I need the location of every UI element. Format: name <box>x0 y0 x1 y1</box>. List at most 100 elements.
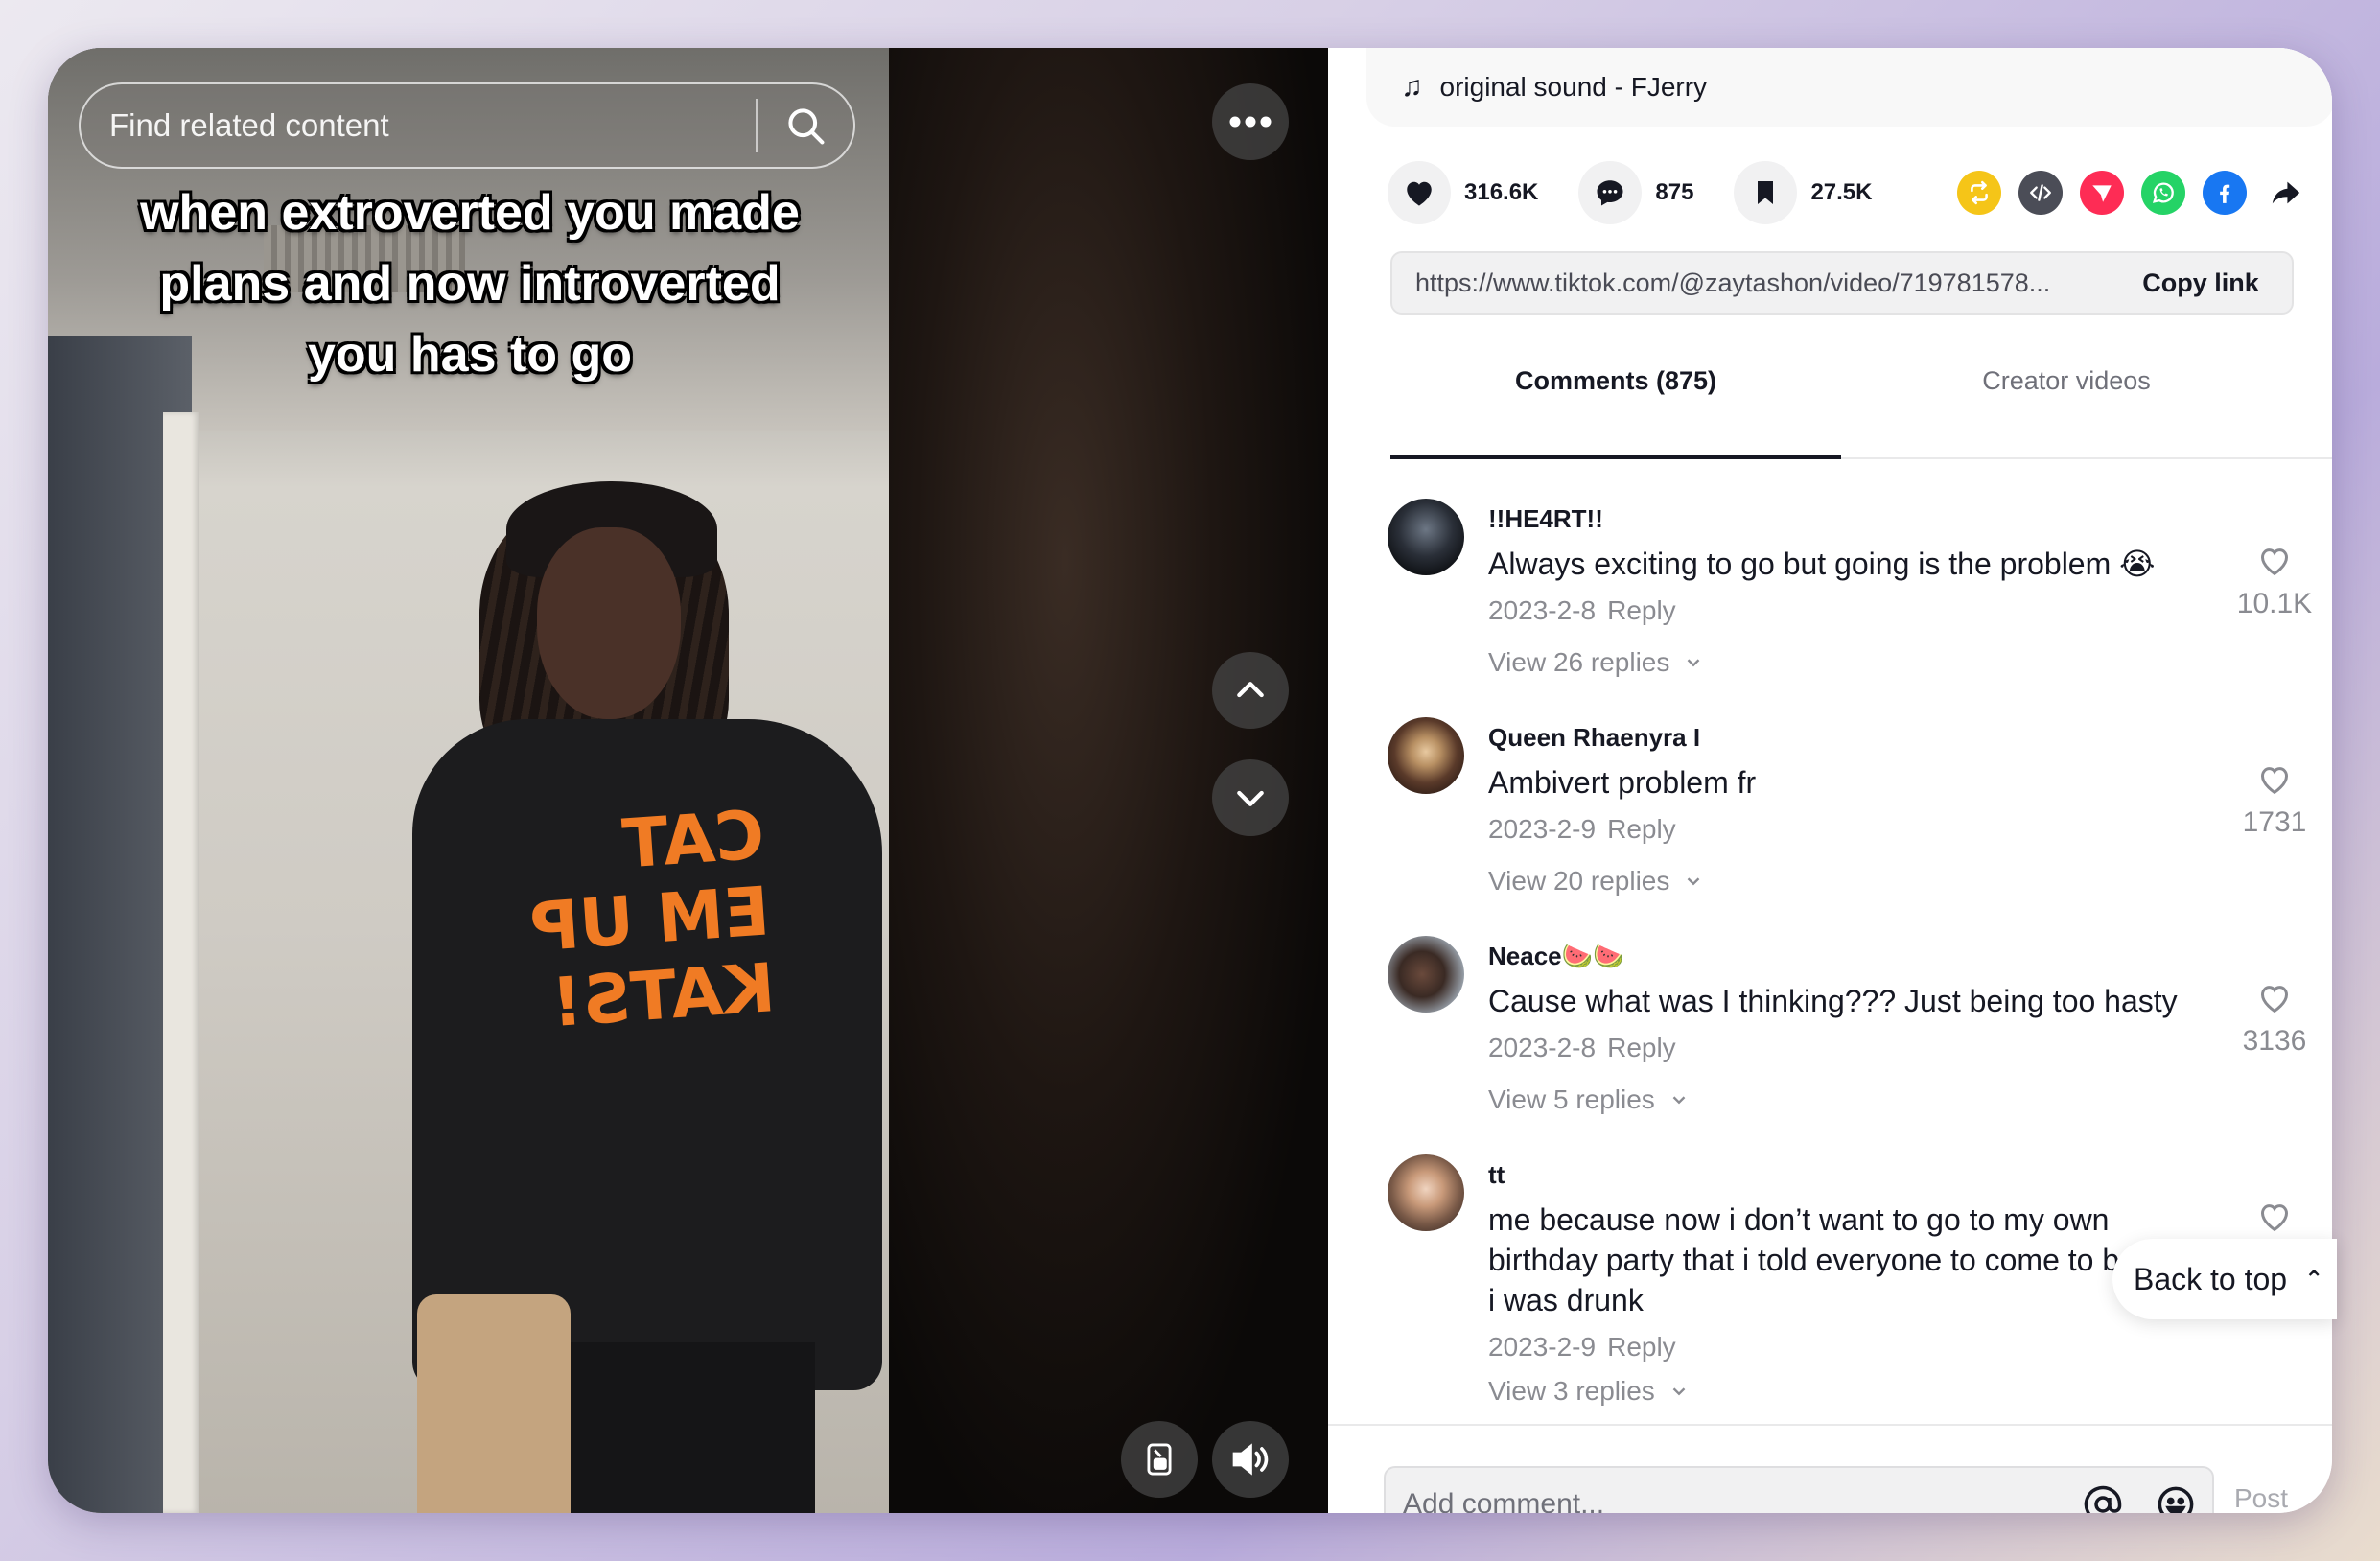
heart-icon <box>1407 181 1432 206</box>
floating-player-button[interactable] <box>1121 1421 1198 1498</box>
chevron-down-icon <box>1672 1387 1686 1396</box>
related-search-box <box>79 82 855 169</box>
action-bar: 316.6K 875 27.5K <box>1388 159 2308 226</box>
comment-meta: 2023-2-8 Reply <box>1488 595 2227 626</box>
heart-outline-icon <box>2260 767 2289 795</box>
comment-like[interactable]: 3136 <box>2231 979 2318 1058</box>
reply-button[interactable]: Reply <box>1607 595 1676 625</box>
comment-username[interactable]: Neace🍉🍉 <box>1488 942 2227 971</box>
view-replies-label: View 3 replies <box>1488 1376 1655 1406</box>
reply-button[interactable]: Reply <box>1607 1332 1676 1362</box>
comment-body: Queen Rhaenyra I Ambivert problem fr 202… <box>1488 717 2227 897</box>
comment-username[interactable]: tt <box>1488 1160 2227 1190</box>
comment-username[interactable]: !!HE4RT!! <box>1488 504 2227 534</box>
comment-like-count: 10.1K <box>2236 588 2313 619</box>
avatar[interactable] <box>1388 1154 1464 1231</box>
share-link-box: https://www.tiktok.com/@zaytashon/video/… <box>1390 251 2294 315</box>
comment-text: Cause what was I thinking??? Just being … <box>1488 984 2178 1018</box>
comment-input-box <box>1384 1466 2214 1513</box>
save-button[interactable] <box>1734 161 1798 224</box>
comment-stat[interactable]: 875 <box>1578 161 1693 224</box>
view-replies-button[interactable]: View 3 replies <box>1488 1376 2227 1407</box>
comment-input[interactable] <box>1386 1468 2066 1513</box>
comment-text: Always exciting to go but going is the p… <box>1488 547 2156 581</box>
facebook-icon[interactable] <box>2203 171 2247 215</box>
volume-button[interactable] <box>1212 1421 1289 1498</box>
post-button[interactable]: Post <box>2234 1483 2288 1513</box>
chevron-up-icon <box>1237 682 1264 698</box>
emoji-button[interactable] <box>2139 1484 2212 1513</box>
view-replies-button[interactable]: View 20 replies <box>1488 866 2227 897</box>
avatar[interactable] <box>1388 717 1464 794</box>
related-search-input[interactable] <box>81 84 756 167</box>
video-shirt-print: CAT EM UP KATS! <box>527 795 778 1043</box>
view-replies-button[interactable]: View 26 replies <box>1488 647 2227 678</box>
video-player[interactable]: CAT EM UP KATS! when extroverted you mad… <box>48 48 889 1513</box>
share-row <box>1940 171 2308 215</box>
reply-button[interactable]: Reply <box>1607 814 1676 844</box>
video-bag <box>417 1294 571 1513</box>
like-button[interactable] <box>1388 161 1451 224</box>
tab-comments[interactable]: Comments (875) <box>1390 347 1841 459</box>
chevron-down-icon <box>1688 877 1700 886</box>
comment-like[interactable]: 10.1K <box>2231 542 2318 620</box>
comment-like[interactable]: 1731 <box>2231 760 2318 839</box>
more-dots-icon <box>1229 116 1272 128</box>
heart-outline-icon <box>2260 548 2289 576</box>
view-replies-label: View 20 replies <box>1488 866 1670 896</box>
comment-like-count: 1731 <box>2242 806 2307 838</box>
comment-date: 2023-2-9 <box>1488 814 1597 844</box>
chevron-down-icon <box>1237 790 1264 806</box>
repost-icon[interactable] <box>1957 171 2001 215</box>
comment-body: Neace🍉🍉 Cause what was I thinking??? Jus… <box>1488 936 2227 1115</box>
comment-text: me because now i don’t want to go to my … <box>1488 1202 2219 1317</box>
share-url[interactable]: https://www.tiktok.com/@zaytashon/video/… <box>1415 268 2110 298</box>
heart-outline-icon <box>2260 1204 2289 1232</box>
share-arrow-icon[interactable] <box>2264 171 2308 215</box>
bookmark-icon <box>1758 181 1774 204</box>
view-replies-label: View 5 replies <box>1488 1084 1655 1114</box>
avatar[interactable] <box>1388 499 1464 575</box>
video-area: CAT EM UP KATS! when extroverted you mad… <box>48 48 1328 1513</box>
like-stat[interactable]: 316.6K <box>1388 161 1538 224</box>
back-to-top-button[interactable]: Back to top ⌃ <box>2112 1239 2337 1319</box>
comment-meta: 2023-2-8 Reply <box>1488 1033 2227 1063</box>
chevron-down-icon <box>1688 659 1700 667</box>
search-button[interactable] <box>758 84 853 167</box>
tiktok-window: CAT EM UP KATS! when extroverted you mad… <box>48 48 2332 1513</box>
at-sign-icon <box>2084 1485 2122 1513</box>
emoji-icon <box>2158 1486 2194 1513</box>
comment-button[interactable] <box>1578 161 1643 224</box>
more-options-button[interactable] <box>1212 83 1289 160</box>
comment-composer: Post <box>1328 1424 2332 1513</box>
video-scene-door <box>163 412 199 1513</box>
search-icon <box>788 108 825 145</box>
reply-button[interactable]: Reply <box>1607 1033 1676 1062</box>
copy-link-button[interactable]: Copy link <box>2110 268 2292 298</box>
heart-outline-icon <box>2260 986 2289 1013</box>
whatsapp-icon[interactable] <box>2141 171 2185 215</box>
floating-player-icon <box>1147 1443 1172 1476</box>
view-replies-button[interactable]: View 5 replies <box>1488 1084 2227 1115</box>
double-chevron-up-icon: ⌃ <box>2304 1266 2324 1293</box>
video-caption: when extroverted you made plans and now … <box>140 185 800 383</box>
embed-icon[interactable] <box>2018 171 2063 215</box>
comment-username[interactable]: Queen Rhaenyra I <box>1488 723 2227 753</box>
comment-body: !!HE4RT!! Always exciting to go but goin… <box>1488 499 2227 678</box>
send-icon[interactable] <box>2080 171 2124 215</box>
view-replies-label: View 26 replies <box>1488 647 1670 677</box>
tab-creator-videos[interactable]: Creator videos <box>1841 347 2292 457</box>
comment-like-count: 3136 <box>2242 1025 2307 1057</box>
like-count: 316.6K <box>1464 179 1539 205</box>
mention-button[interactable] <box>2066 1484 2139 1513</box>
previous-video-button[interactable] <box>1212 652 1289 729</box>
next-video-button[interactable] <box>1212 759 1289 836</box>
save-stat[interactable]: 27.5K <box>1734 161 1872 224</box>
save-count: 27.5K <box>1810 179 1873 205</box>
volume-icon <box>1232 1443 1269 1476</box>
comment-date: 2023-2-8 <box>1488 1033 1597 1062</box>
comment-text: Ambivert problem fr <box>1488 765 1757 800</box>
comment-meta: 2023-2-9 Reply <box>1488 814 2227 845</box>
avatar[interactable] <box>1388 936 1464 1013</box>
sound-card[interactable]: ♫ original sound - FJerry <box>1366 48 2332 127</box>
